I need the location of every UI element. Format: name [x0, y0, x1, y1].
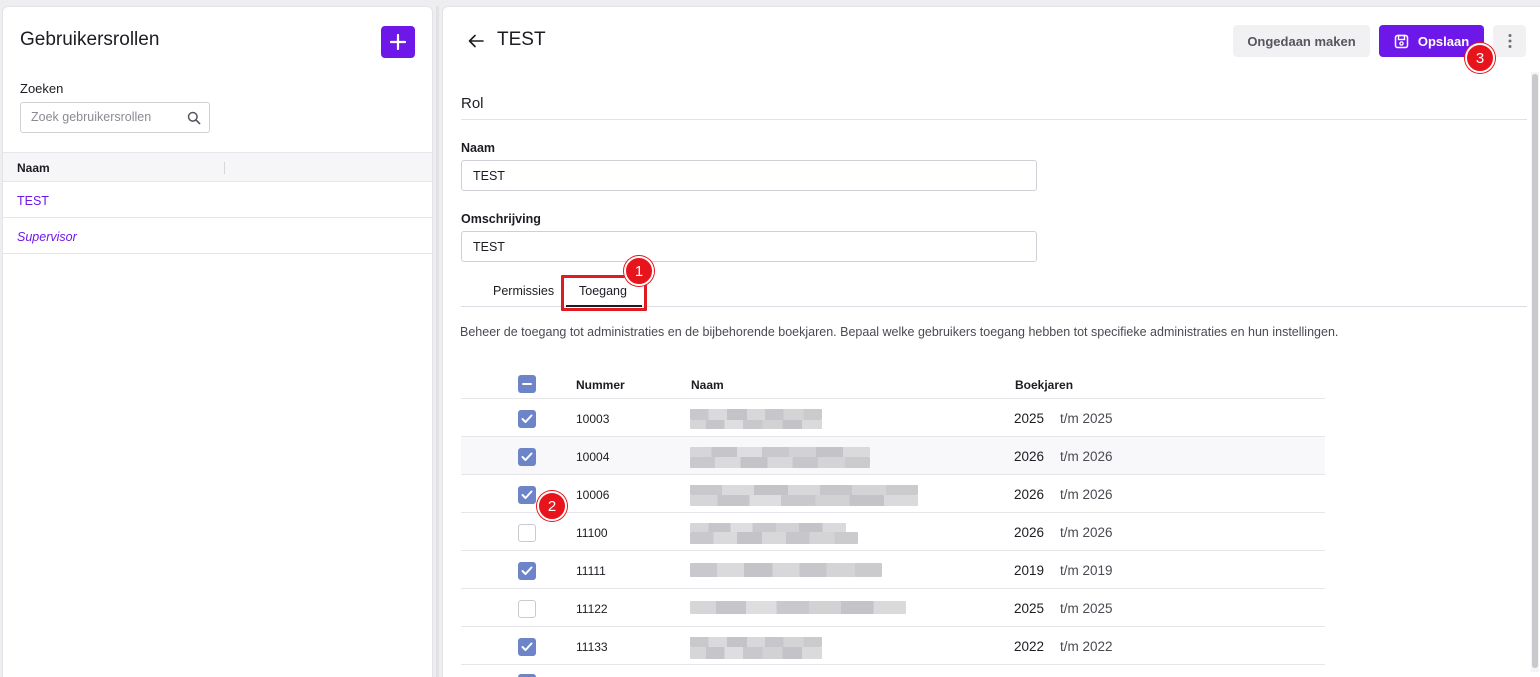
row-checkbox[interactable]	[518, 486, 536, 504]
role-name[interactable]: TEST	[17, 194, 49, 208]
scrollbar-thumb[interactable]	[1532, 74, 1538, 668]
admin-name-redacted	[690, 637, 920, 659]
check-icon	[521, 490, 533, 499]
panel-divider[interactable]	[436, 6, 439, 677]
search-icon[interactable]	[187, 111, 201, 125]
table-row: 11111 2019 t/m 2019	[461, 550, 1325, 588]
admin-name-redacted	[690, 409, 920, 429]
admin-number: 11111	[576, 564, 606, 578]
annotation-badge-2: 2	[537, 491, 567, 521]
admin-name-redacted	[690, 485, 920, 506]
search-field	[20, 102, 210, 133]
tab-permissies[interactable]: Permissies	[493, 284, 554, 298]
admin-number: 11133	[576, 640, 608, 654]
check-icon	[521, 566, 533, 575]
table-row: 10003 2025 t/m 2025	[461, 398, 1325, 436]
year-from: 2025	[1014, 411, 1045, 426]
arrow-left-icon[interactable]	[467, 32, 485, 50]
annotation-badge-3: 3	[1465, 43, 1495, 73]
save-icon	[1394, 34, 1409, 48]
name-input[interactable]	[461, 160, 1037, 191]
description-input[interactable]	[461, 231, 1037, 262]
row-checkbox[interactable]	[518, 600, 536, 618]
description-label: Omschrijving	[461, 212, 541, 226]
access-description: Beheer de toegang tot administraties en …	[460, 325, 1339, 339]
admin-name-redacted	[690, 523, 920, 544]
year-to: t/m 2026	[1060, 487, 1113, 502]
admin-number: 10004	[576, 450, 610, 464]
row-checkbox[interactable]	[518, 448, 536, 466]
column-header-years[interactable]: Boekjaren	[1015, 378, 1073, 392]
admin-number: 10003	[576, 412, 610, 426]
column-header-name[interactable]: Naam	[17, 161, 50, 175]
more-options-button[interactable]	[1493, 25, 1526, 57]
admin-number: 11100	[576, 526, 608, 540]
more-vertical-icon	[1508, 34, 1511, 48]
select-all-checkbox[interactable]	[518, 375, 536, 393]
sidebar-title: Gebruikersrollen	[20, 29, 160, 50]
page-title: TEST	[497, 29, 546, 50]
year-to: t/m 2025	[1060, 411, 1113, 426]
role-name[interactable]: Supervisor	[17, 230, 77, 244]
admin-name-redacted	[690, 447, 920, 468]
plus-icon	[390, 34, 406, 50]
year-from: 2026	[1014, 487, 1045, 502]
check-icon	[521, 452, 533, 461]
search-input[interactable]	[31, 110, 181, 124]
table-row: 10004 2026 t/m 2026	[461, 436, 1325, 474]
year-from: 2026	[1014, 525, 1045, 540]
check-icon	[521, 414, 533, 423]
year-from: 2022	[1014, 639, 1045, 654]
year-to: t/m 2025	[1060, 601, 1113, 616]
table-row	[461, 664, 1325, 677]
annotation-badge-1: 1	[624, 256, 654, 286]
roles-list-header: Naam	[3, 152, 432, 182]
row-checkbox[interactable]	[518, 638, 536, 656]
table-row: 11133 2022 t/m 2022	[461, 626, 1325, 664]
year-to: t/m 2022	[1060, 639, 1113, 654]
add-role-button[interactable]	[381, 26, 415, 58]
admin-name-redacted	[690, 561, 920, 581]
undo-button[interactable]: Ongedaan maken	[1233, 25, 1370, 57]
column-header-name[interactable]: Naam	[691, 378, 724, 392]
section-title-rol: Rol	[461, 95, 484, 112]
admin-name-redacted	[690, 599, 920, 619]
year-to: t/m 2026	[1060, 449, 1113, 464]
row-checkbox[interactable]	[518, 562, 536, 580]
year-to: t/m 2019	[1060, 563, 1113, 578]
row-checkbox[interactable]	[518, 524, 536, 542]
year-from: 2019	[1014, 563, 1045, 578]
check-icon	[521, 642, 533, 651]
column-header-number[interactable]: Nummer	[576, 378, 625, 392]
save-button-label: Opslaan	[1417, 33, 1470, 49]
row-checkbox[interactable]	[518, 410, 536, 428]
year-from: 2025	[1014, 601, 1045, 616]
search-label: Zoeken	[20, 81, 64, 96]
table-row: 10006 2026 t/m 2026	[461, 474, 1325, 512]
admin-number: 10006	[576, 488, 610, 502]
column-resize-handle[interactable]	[224, 162, 225, 174]
admin-number: 11122	[576, 602, 608, 616]
table-row: 11122 2025 t/m 2025	[461, 588, 1325, 626]
scrollbar[interactable]	[1531, 72, 1539, 672]
year-from: 2026	[1014, 449, 1045, 464]
name-label: Naam	[461, 141, 496, 155]
role-row-supervisor[interactable]: Supervisor	[3, 218, 432, 254]
roles-sidebar: Gebruikersrollen Zoeken Naam TEST Superv…	[2, 6, 433, 677]
year-to: t/m 2026	[1060, 525, 1113, 540]
minus-icon	[522, 383, 532, 385]
section-divider	[461, 119, 1527, 120]
role-row-test[interactable]: TEST	[3, 182, 432, 218]
table-row: 11100 2026 t/m 2026	[461, 512, 1325, 550]
